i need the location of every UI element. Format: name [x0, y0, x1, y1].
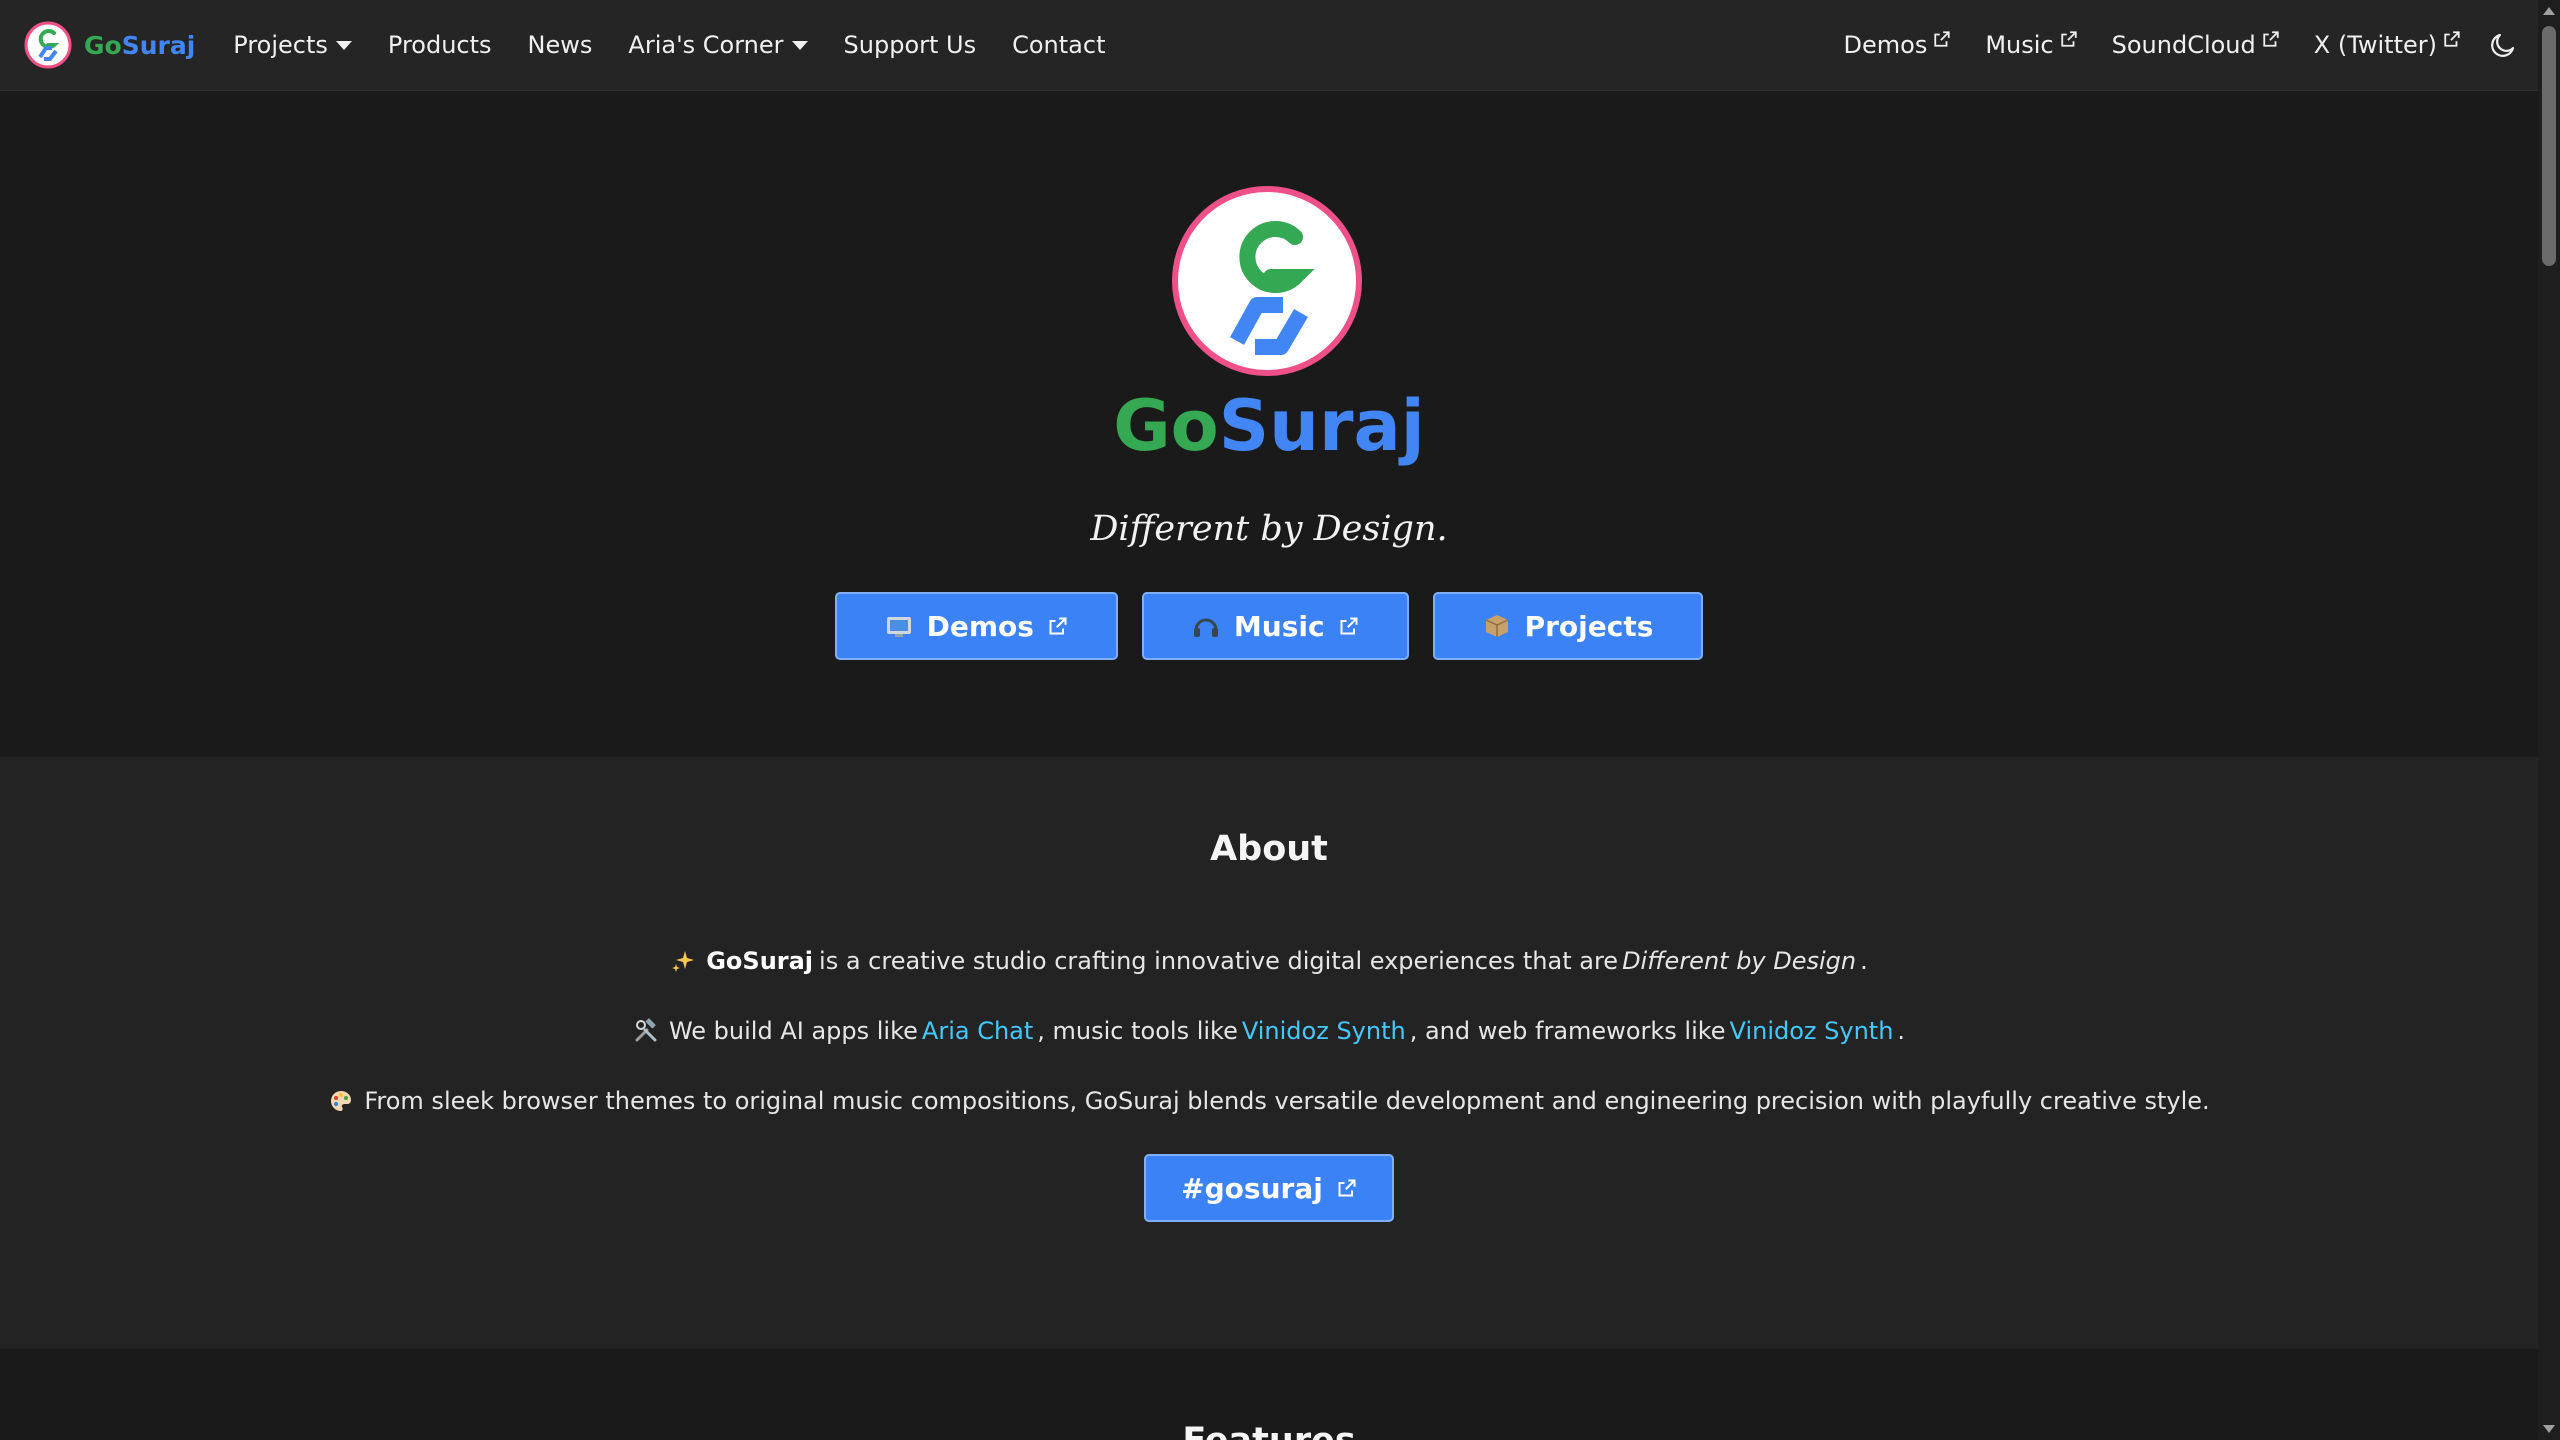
external-link-icon: [2060, 31, 2077, 47]
nav-music-link[interactable]: Music: [1968, 0, 2094, 90]
scroll-thumb[interactable]: [2542, 26, 2556, 266]
caret-down-icon: [335, 40, 352, 50]
navbar: GoSuraj Projects Products News Aria's Co…: [0, 0, 2538, 91]
nav-news[interactable]: News: [510, 0, 611, 90]
nav-arias-corner[interactable]: Aria's Corner: [610, 0, 825, 90]
about-section: About GoSuraj is a creative studio craft…: [0, 757, 2538, 1349]
brand-name: GoSuraj: [84, 30, 196, 60]
demos-button[interactable]: Demos: [834, 592, 1118, 660]
about-title: About: [1210, 829, 1328, 869]
tv-emoji-icon: [886, 617, 911, 637]
palette-emoji-icon: [331, 1091, 352, 1111]
sparkles-emoji-icon: [672, 951, 695, 972]
vinidoz-synth-link[interactable]: Vinidoz Synth: [1242, 1017, 1406, 1045]
nav-support-us[interactable]: Support Us: [826, 0, 995, 90]
package-emoji-icon: [1485, 615, 1508, 637]
caret-down-icon: [791, 40, 808, 50]
hero-title: GoSuraj: [1113, 385, 1425, 467]
vinidoz-synth-framework-link[interactable]: Vinidoz Synth: [1730, 1017, 1894, 1045]
about-line-apps: We build AI apps like Aria Chat , music …: [0, 1017, 2538, 1045]
external-link-icon: [1338, 1179, 1356, 1197]
hero-tagline: Different by Design.: [1090, 509, 1448, 549]
tools-emoji-icon: [635, 1018, 657, 1042]
nav-demos-link[interactable]: Demos: [1827, 0, 1969, 90]
brand-link[interactable]: GoSuraj: [24, 21, 195, 69]
scroll-up-arrow-icon[interactable]: [2543, 7, 2555, 15]
nav-menu: Projects Products News Aria's Corner Sup…: [215, 0, 1123, 90]
external-link-icon: [1934, 31, 1950, 47]
external-link-icon: [1049, 617, 1067, 635]
moon-icon[interactable]: [2488, 30, 2518, 60]
nav-projects[interactable]: Projects: [215, 0, 370, 90]
projects-button[interactable]: Projects: [1432, 592, 1704, 660]
gosuraj-logo-icon: [24, 21, 72, 69]
page-scrollbar[interactable]: [2538, 0, 2560, 1440]
hero-buttons: Demos Music Projects: [0, 592, 2538, 660]
aria-chat-link[interactable]: Aria Chat: [922, 1017, 1033, 1045]
features-section: Features: [0, 1349, 2538, 1440]
about-line-intro: GoSuraj is a creative studio crafting in…: [0, 947, 2538, 975]
nav-external-links: Demos Music SoundCloud X (Twitter): [1827, 0, 2518, 90]
hero-logo: [1172, 186, 1362, 376]
nav-products[interactable]: Products: [370, 0, 510, 90]
external-link-icon: [1340, 617, 1358, 635]
hashtag-gosuraj-button[interactable]: #gosuraj: [1144, 1154, 1394, 1222]
external-link-icon: [2444, 31, 2460, 47]
about-line-creative: From sleek browser themes to original mu…: [0, 1087, 2538, 1115]
music-button[interactable]: Music: [1141, 592, 1409, 660]
gosuraj-logo-icon: [1230, 221, 1315, 355]
scroll-down-arrow-icon[interactable]: [2543, 1425, 2555, 1433]
headphones-emoji-icon: [1193, 618, 1218, 637]
nav-soundcloud-link[interactable]: SoundCloud: [2095, 0, 2297, 90]
hero-section: GoSuraj Different by Design. Demos Music: [0, 91, 2538, 757]
nav-twitter-link[interactable]: X (Twitter): [2297, 0, 2478, 90]
external-link-icon: [2263, 31, 2279, 47]
nav-contact[interactable]: Contact: [994, 0, 1123, 90]
features-title: Features: [0, 1421, 2538, 1440]
